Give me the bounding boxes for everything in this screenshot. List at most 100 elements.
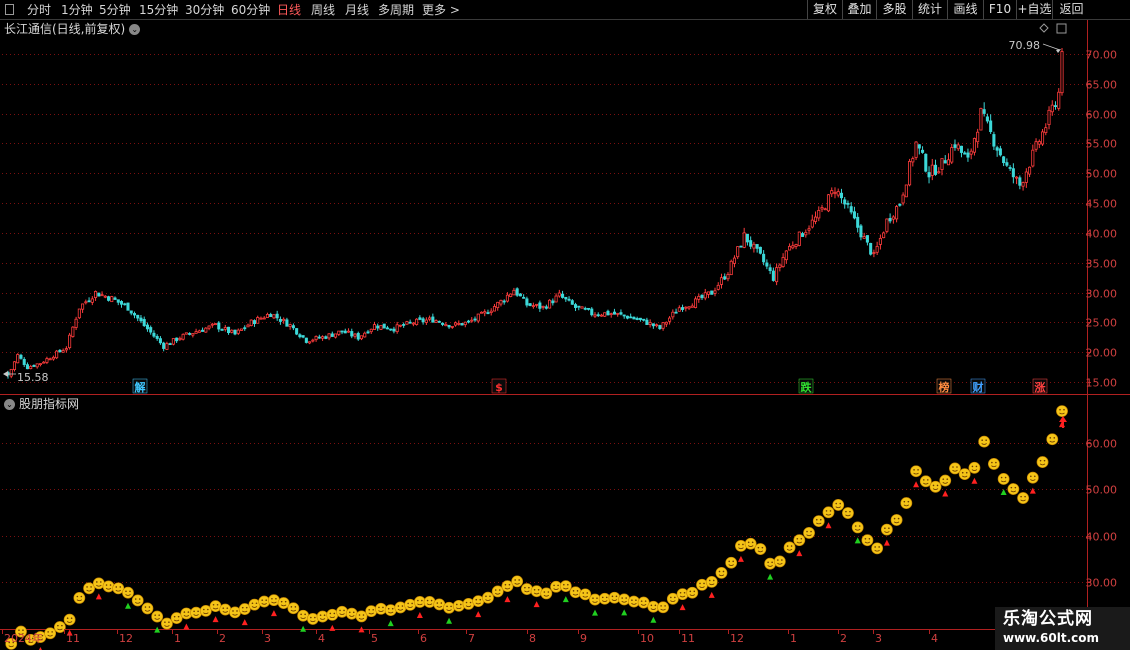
smiley-eye bbox=[903, 500, 906, 503]
indicator-tick-label: 30.00 bbox=[1086, 577, 1118, 590]
date-tick-label: 2 bbox=[840, 632, 847, 645]
candle-body bbox=[541, 305, 545, 308]
watermark-logo: 乐淘公式网 bbox=[1003, 609, 1093, 629]
date-tick-label: 2024年 bbox=[4, 631, 43, 645]
smiley-icon bbox=[462, 597, 475, 610]
smiley-face bbox=[579, 588, 592, 601]
chevron-down-icon[interactable]: ⌄ bbox=[4, 399, 15, 410]
smiley-eye bbox=[105, 584, 108, 586]
smiley-face bbox=[219, 603, 232, 616]
up-arrow bbox=[212, 616, 219, 623]
smiley-eye bbox=[800, 537, 803, 540]
candle-body bbox=[726, 274, 730, 280]
smiley-eye bbox=[226, 607, 229, 609]
candle-body bbox=[976, 131, 980, 143]
smiley-eye bbox=[742, 543, 744, 546]
candle-body bbox=[606, 310, 610, 316]
candle-body bbox=[690, 305, 694, 308]
smiley-eye bbox=[115, 586, 118, 588]
candle-body bbox=[749, 240, 753, 247]
candle-body bbox=[577, 305, 581, 308]
smiley-eye bbox=[786, 545, 789, 547]
candle-body bbox=[580, 306, 584, 309]
candle-body bbox=[363, 332, 367, 338]
smiley-eye bbox=[543, 591, 546, 593]
down-arrow bbox=[650, 616, 657, 623]
smiley-eye bbox=[352, 611, 355, 614]
smiley-icon bbox=[764, 557, 777, 570]
smiley-eye bbox=[51, 631, 53, 633]
smiley-eye bbox=[401, 605, 404, 607]
candle-body bbox=[1002, 156, 1006, 164]
smiley-eye bbox=[965, 471, 968, 474]
chevron-down-icon[interactable]: ⌄ bbox=[129, 24, 141, 35]
down-arrow bbox=[300, 625, 307, 632]
smiley-face bbox=[1046, 433, 1059, 446]
candle-body bbox=[71, 326, 75, 337]
candle-body bbox=[781, 257, 785, 267]
candle-body bbox=[460, 323, 464, 326]
candle-body bbox=[395, 324, 399, 333]
smiley-face bbox=[131, 594, 144, 607]
candle-body bbox=[129, 310, 133, 314]
smiley-eye bbox=[300, 613, 302, 616]
smiley-face bbox=[676, 588, 689, 601]
smiley-face bbox=[987, 458, 1000, 470]
candle-body bbox=[343, 330, 347, 334]
smiley-eye bbox=[236, 610, 238, 612]
smiley-face bbox=[598, 592, 611, 605]
smiley-eye bbox=[158, 614, 160, 616]
candle-body bbox=[505, 294, 509, 302]
candle-body bbox=[736, 246, 740, 258]
smiley-eye bbox=[465, 601, 468, 604]
price-tick-label: 30.00 bbox=[1086, 288, 1118, 301]
smiley-face bbox=[1007, 483, 1020, 495]
smiley-icon bbox=[394, 601, 407, 614]
candle-body bbox=[77, 308, 81, 319]
candle-body bbox=[330, 333, 334, 337]
smiley-face bbox=[997, 473, 1010, 485]
smiley-face bbox=[365, 605, 378, 618]
candle-body bbox=[431, 316, 435, 323]
candle-body bbox=[817, 209, 821, 219]
watermark-url: www.60lt.com bbox=[1003, 631, 1100, 645]
smiley-eye bbox=[650, 604, 653, 607]
smiley-icon bbox=[812, 515, 825, 527]
candle-body bbox=[123, 303, 127, 306]
smiley-eye bbox=[985, 439, 987, 442]
smiley-eye bbox=[644, 600, 647, 602]
candle-body bbox=[1008, 167, 1012, 169]
candle-body bbox=[674, 311, 678, 314]
candle-body bbox=[217, 322, 221, 330]
smiley-eye bbox=[913, 469, 915, 471]
smiley-eye bbox=[693, 590, 696, 593]
smiley-face bbox=[929, 480, 942, 493]
smiley-face bbox=[569, 586, 582, 599]
smiley-face bbox=[890, 514, 903, 526]
smiley-eye bbox=[479, 598, 482, 601]
candle-body bbox=[732, 257, 736, 264]
smiley-eye bbox=[47, 631, 49, 633]
candle-body bbox=[447, 324, 451, 328]
smiley-eye bbox=[781, 559, 783, 561]
smiley-face bbox=[559, 580, 572, 593]
smiley-face bbox=[355, 610, 368, 623]
candle-body bbox=[681, 307, 685, 310]
smiley-eye bbox=[806, 530, 808, 533]
candle-body bbox=[668, 317, 672, 322]
smiley-eye bbox=[57, 624, 59, 627]
candle-body bbox=[953, 144, 957, 148]
date-tick-label: 1 bbox=[790, 632, 797, 645]
candle-body bbox=[1041, 131, 1045, 145]
candle-body bbox=[612, 311, 616, 315]
candle-body bbox=[583, 307, 587, 310]
smiley-icon bbox=[958, 468, 971, 481]
smiley-eye bbox=[796, 537, 799, 540]
smiley-face bbox=[258, 595, 271, 608]
candle-body bbox=[204, 327, 208, 333]
smiley-face bbox=[705, 575, 718, 588]
candle-body bbox=[629, 316, 633, 319]
smiley-icon bbox=[832, 499, 845, 511]
candle-body bbox=[191, 333, 195, 336]
smiley-eye bbox=[547, 591, 550, 593]
